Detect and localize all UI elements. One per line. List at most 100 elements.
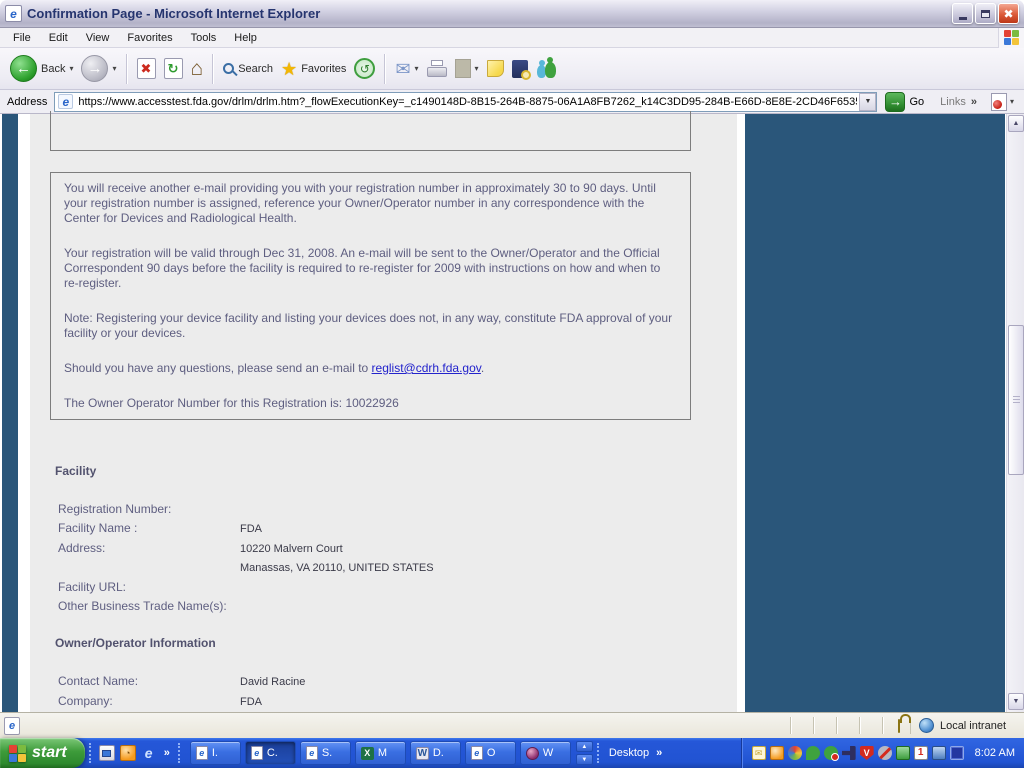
menu-help[interactable]: Help <box>225 30 266 46</box>
owner-operator-rows: Contact Name: David Racine Company: FDA <box>55 672 695 712</box>
address-dropdown-button[interactable]: ▼ <box>859 93 876 111</box>
history-icon: ↺ <box>354 58 375 79</box>
taskbar-scroll-down-button[interactable]: ▼ <box>576 754 593 765</box>
clock-launcher-icon[interactable]: ◔ <box>120 745 136 761</box>
links-chevron-icon[interactable]: » <box>971 96 977 108</box>
desktop-chevron-icon[interactable]: » <box>654 747 664 759</box>
tray-display-icon[interactable] <box>788 746 802 760</box>
task-button-internet[interactable]: e I. <box>190 741 241 765</box>
links-toolbar[interactable]: Links » <box>932 96 985 108</box>
menu-view[interactable]: View <box>77 30 119 46</box>
facility-heading: Facility <box>55 464 96 478</box>
word-task-icon: W <box>416 747 429 760</box>
stop-button[interactable]: ✖ <box>133 56 160 81</box>
task-button-confirmation-active[interactable]: e C. <box>245 741 296 765</box>
ssl-padlock-button[interactable] <box>898 720 900 732</box>
scrollbar-thumb[interactable] <box>1008 325 1024 475</box>
back-dropdown-icon[interactable]: ▾ <box>69 64 73 73</box>
start-button[interactable]: start <box>0 738 85 768</box>
status-separator <box>882 717 884 734</box>
row-label: Other Business Trade Name(s): <box>58 597 240 616</box>
menu-favorites[interactable]: Favorites <box>118 30 181 46</box>
refresh-icon: ↻ <box>164 58 183 79</box>
edit-dropdown-icon[interactable]: ▾ <box>475 64 479 73</box>
ie-task-icon: e <box>471 746 483 760</box>
tray-antivirus-shield-icon[interactable]: V <box>860 746 874 760</box>
task-button-word[interactable]: W D. <box>410 741 461 765</box>
task-button-w[interactable]: W <box>520 741 571 765</box>
scroll-down-button[interactable]: ▼ <box>1008 693 1024 710</box>
mail-button[interactable]: ✉ ▾ <box>391 58 422 80</box>
status-bar: e Local intranet <box>0 712 1024 738</box>
email-link[interactable]: reglist@cdrh.fda.gov <box>372 361 481 375</box>
desktop-toolbar[interactable]: Desktop » <box>609 747 664 759</box>
owner-operator-heading: Owner/Operator Information <box>55 636 216 650</box>
task-button-o[interactable]: e O <box>465 741 516 765</box>
toolbar-grip[interactable] <box>178 743 182 763</box>
home-button[interactable]: ⌂ <box>187 56 208 81</box>
back-button[interactable]: ← Back ▾ <box>6 53 77 84</box>
search-button[interactable]: Search <box>219 61 277 77</box>
taskbar: start ◔ e » e I. e C. e S. X M W D. <box>0 738 1024 768</box>
favorites-button[interactable]: ★ Favorites <box>277 58 350 80</box>
messenger-icon <box>536 60 556 78</box>
facility-rows: Registration Number: Facility Name : FDA… <box>55 500 695 616</box>
tray-alert-flag-icon[interactable]: 1 <box>914 746 928 760</box>
go-button[interactable]: → Go <box>877 92 932 112</box>
tray-key-icon[interactable] <box>842 746 856 760</box>
task-button-excel[interactable]: X M <box>355 741 406 765</box>
tray-security-agent-icon[interactable] <box>932 746 946 760</box>
messenger-button[interactable] <box>532 58 560 80</box>
show-desktop-icon[interactable] <box>99 745 115 761</box>
row-value: 10220 Malvern Court Manassas, VA 20110, … <box>240 539 434 578</box>
print-button[interactable] <box>423 58 451 79</box>
toolbar-grip[interactable] <box>89 743 93 763</box>
scroll-up-button[interactable]: ▲ <box>1008 115 1024 132</box>
tray-network-card-icon[interactable] <box>896 746 910 760</box>
down-icon: ▼ <box>581 757 587 763</box>
menu-file[interactable]: File <box>4 30 40 46</box>
forward-dropdown-icon[interactable]: ▾ <box>112 64 116 73</box>
forward-button[interactable]: → ▾ <box>77 53 120 84</box>
up-icon: ▲ <box>581 744 587 750</box>
minimize-button[interactable] <box>952 3 973 24</box>
tray-disabled-device-icon[interactable] <box>878 746 892 760</box>
menu-tools[interactable]: Tools <box>182 30 226 46</box>
facility-row-trade-names: Other Business Trade Name(s): <box>55 597 695 616</box>
windows-flag-icon <box>9 745 26 762</box>
pdf-dropdown-icon[interactable]: ▾ <box>1010 97 1014 106</box>
research-book-icon <box>512 60 528 78</box>
print-icon <box>427 60 447 77</box>
discuss-button[interactable] <box>483 58 508 79</box>
restore-button[interactable] <box>975 3 996 24</box>
close-button[interactable]: ✖ <box>998 3 1019 24</box>
address-field[interactable]: e ▼ <box>54 92 877 112</box>
tray-messenger-offline-icon[interactable] <box>824 746 838 760</box>
tray-chat-icon[interactable] <box>806 746 820 760</box>
restore-icon <box>981 10 990 18</box>
tray-clock-icon[interactable] <box>770 746 784 760</box>
refresh-button[interactable]: ↻ <box>160 56 187 81</box>
toolbar-grip[interactable] <box>597 743 601 763</box>
taskbar-scroll-up-button[interactable]: ▲ <box>576 741 593 752</box>
top-box-partial <box>50 111 691 151</box>
history-button[interactable]: ↺ <box>350 56 379 81</box>
owner-row-contact-name: Contact Name: David Racine <box>55 672 695 692</box>
tray-mail-icon[interactable]: ✉ <box>752 746 766 760</box>
windows-logo-icon <box>998 28 1024 48</box>
research-button[interactable] <box>508 58 532 80</box>
search-label: Search <box>238 63 273 75</box>
address-input[interactable] <box>76 96 859 108</box>
vertical-scrollbar[interactable]: ▲ ▼ <box>1006 114 1024 712</box>
status-page-icon: e <box>4 717 20 735</box>
ie-launcher-icon[interactable]: e <box>141 745 157 761</box>
mail-dropdown-icon[interactable]: ▾ <box>415 64 419 73</box>
quick-launch-chevron-icon[interactable]: » <box>162 747 172 759</box>
ie-page-icon: e <box>5 5 22 22</box>
tray-network-grid-icon[interactable] <box>950 746 964 760</box>
menu-edit[interactable]: Edit <box>40 30 77 46</box>
ie-glyph: e <box>145 745 153 761</box>
task-button-s[interactable]: e S. <box>300 741 351 765</box>
edit-button[interactable]: ▾ <box>451 57 483 80</box>
pdf-toolbar-button[interactable]: ▾ <box>985 93 1020 111</box>
